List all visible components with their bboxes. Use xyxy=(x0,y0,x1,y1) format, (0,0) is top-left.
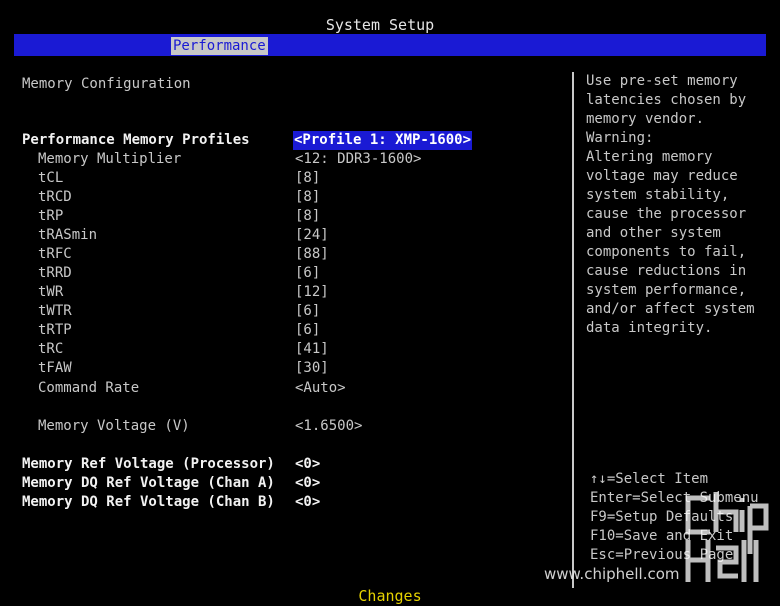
setting-row-trp[interactable]: tRP [8] xyxy=(0,207,565,226)
setting-row-tcl[interactable]: tCL [8] xyxy=(0,169,565,188)
menu-bar xyxy=(14,34,766,56)
setting-row-twr[interactable]: tWR [12] xyxy=(0,283,565,302)
setting-value[interactable]: <Auto> xyxy=(295,379,346,398)
help-line: Warning: xyxy=(586,130,654,146)
tab-performance[interactable]: Performance xyxy=(171,37,268,55)
setting-label: Memory Multiplier xyxy=(38,151,182,167)
setting-row-trc[interactable]: tRC [41] xyxy=(0,340,565,359)
setting-label: tRC xyxy=(38,341,64,357)
setting-label: Command Rate xyxy=(38,380,140,396)
setting-row-trfc[interactable]: tRFC [88] xyxy=(0,245,565,264)
setting-label: Memory Voltage (V) xyxy=(38,418,190,434)
setting-label: tWR xyxy=(38,284,64,300)
setting-label: tFAW xyxy=(38,360,72,376)
setting-value[interactable]: <1.6500> xyxy=(295,417,362,436)
setting-row-memory-voltage[interactable]: Memory Voltage (V) <1.6500> xyxy=(0,417,565,436)
setting-label: tCL xyxy=(38,170,64,186)
setting-row-twtr[interactable]: tWTR [6] xyxy=(0,302,565,321)
setting-value[interactable]: [88] xyxy=(295,245,329,264)
setting-row-memory-dq-ref-voltage-chan-a[interactable]: Memory DQ Ref Voltage (Chan A) <0> xyxy=(0,474,565,493)
help-line: data integrity. xyxy=(586,320,713,336)
key-help-line: ↑↓=Select Item xyxy=(590,471,709,487)
setting-label: Memory Ref Voltage (Processor) xyxy=(22,456,275,472)
setting-row-memory-ref-voltage-processor[interactable]: Memory Ref Voltage (Processor) <0> xyxy=(0,455,565,474)
setting-label: tRP xyxy=(38,208,64,224)
setting-row-memory-multiplier[interactable]: Memory Multiplier <12: DDR3-1600> xyxy=(0,150,565,169)
setting-value-selected[interactable]: <Profile 1: XMP-1600> xyxy=(293,131,473,150)
setting-label: tRTP xyxy=(38,322,72,338)
setting-label: Performance Memory Profiles xyxy=(22,132,250,148)
setting-row-memory-dq-ref-voltage-chan-b[interactable]: Memory DQ Ref Voltage (Chan B) <0> xyxy=(0,493,565,512)
help-line: memory vendor. xyxy=(586,111,705,127)
setting-value[interactable]: [8] xyxy=(295,169,320,188)
window-title: System Setup xyxy=(325,16,435,34)
setting-label: tWTR xyxy=(38,303,72,319)
watermark-logo xyxy=(685,492,769,582)
setting-label: Memory DQ Ref Voltage (Chan A) xyxy=(22,475,275,491)
setting-label: tRRD xyxy=(38,265,72,281)
setting-value[interactable]: <0> xyxy=(295,474,320,493)
status-changes: Changes xyxy=(358,587,422,605)
help-line: Use pre-set memory xyxy=(586,73,738,89)
section-title: Memory Configuration xyxy=(22,76,191,92)
setting-value[interactable]: [41] xyxy=(295,340,329,359)
setting-row-trrd[interactable]: tRRD [6] xyxy=(0,264,565,283)
setting-value[interactable]: [24] xyxy=(295,226,329,245)
setting-row-trcd[interactable]: tRCD [8] xyxy=(0,188,565,207)
setting-value[interactable]: <0> xyxy=(295,493,320,512)
setting-row-performance-memory-profiles[interactable]: Performance Memory Profiles <Profile 1: … xyxy=(0,131,565,150)
help-line: cause reductions in xyxy=(586,263,747,279)
setting-value[interactable]: <12: DDR3-1600> xyxy=(295,150,421,169)
setting-label: tRASmin xyxy=(38,227,98,243)
setting-value[interactable]: <0> xyxy=(295,455,320,474)
setting-label: tRFC xyxy=(38,246,72,262)
help-line: voltage may reduce xyxy=(586,168,738,184)
panel-divider xyxy=(572,72,574,588)
setting-value[interactable]: [8] xyxy=(295,207,320,226)
setting-value[interactable]: [6] xyxy=(295,321,320,340)
help-line: Altering memory xyxy=(586,149,713,165)
setting-row-trasmin[interactable]: tRASmin [24] xyxy=(0,226,565,245)
setting-row-tfaw[interactable]: tFAW [30] xyxy=(0,359,565,378)
watermark-url: www.chiphell.com xyxy=(544,565,680,583)
help-line: latencies chosen by xyxy=(586,92,747,108)
help-line: and other system xyxy=(586,225,721,241)
help-line: system stability, xyxy=(586,187,730,203)
help-line: components to fail, xyxy=(586,244,747,260)
help-line: and/or affect system xyxy=(586,301,755,317)
setting-value[interactable]: [12] xyxy=(295,283,329,302)
help-line: system performance, xyxy=(586,282,747,298)
setting-value[interactable]: [30] xyxy=(295,359,329,378)
setting-value[interactable]: [8] xyxy=(295,188,320,207)
help-line: cause the processor xyxy=(586,206,747,222)
help-panel: Use pre-set memory latencies chosen by m… xyxy=(586,72,761,338)
setting-label: tRCD xyxy=(38,189,72,205)
setting-value[interactable]: [6] xyxy=(295,264,320,283)
setting-label: Memory DQ Ref Voltage (Chan B) xyxy=(22,494,275,510)
setting-value[interactable]: [6] xyxy=(295,302,320,321)
setting-row-trtp[interactable]: tRTP [6] xyxy=(0,321,565,340)
setting-row-command-rate[interactable]: Command Rate <Auto> xyxy=(0,379,565,398)
